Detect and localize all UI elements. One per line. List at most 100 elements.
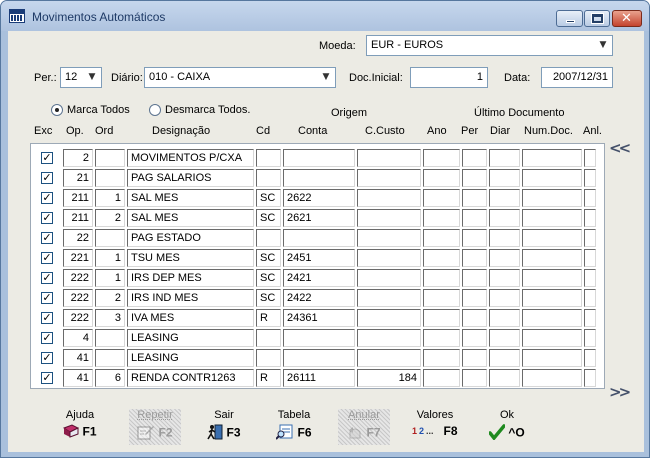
exc-checkbox[interactable]: ✓: [41, 192, 53, 204]
cell-ord[interactable]: [95, 149, 125, 167]
cell-numdoc[interactable]: [522, 209, 582, 227]
table-row[interactable]: ✓ 211 1 SAL MES SC 2622: [31, 188, 604, 208]
cell-conta[interactable]: [283, 229, 355, 247]
cell-per[interactable]: [462, 269, 487, 287]
fkey-valores-button[interactable]: Valores 1 2... F8: [409, 409, 461, 445]
cell-anl[interactable]: [584, 229, 596, 247]
cell-op[interactable]: 222: [63, 269, 93, 287]
cell-ano[interactable]: [423, 229, 460, 247]
desmarca-todos-radio[interactable]: [149, 104, 161, 116]
cell-diar[interactable]: [489, 349, 520, 367]
minimize-button[interactable]: [556, 10, 583, 27]
cell-op[interactable]: 211: [63, 189, 93, 207]
cell-per[interactable]: [462, 169, 487, 187]
cell-ord[interactable]: [95, 169, 125, 187]
cell-ano[interactable]: [423, 289, 460, 307]
cell-designacao[interactable]: SAL MES: [127, 209, 254, 227]
cell-anl[interactable]: [584, 249, 596, 267]
cell-ano[interactable]: [423, 249, 460, 267]
cell-numdoc[interactable]: [522, 309, 582, 327]
exc-checkbox[interactable]: ✓: [41, 312, 53, 324]
table-row[interactable]: ✓ 2 MOVIMENTOS P/CXA: [31, 148, 604, 168]
cell-numdoc[interactable]: [522, 189, 582, 207]
cell-op[interactable]: 41: [63, 369, 93, 387]
cell-diar[interactable]: [489, 149, 520, 167]
exc-checkbox[interactable]: ✓: [41, 292, 53, 304]
cell-numdoc[interactable]: [522, 369, 582, 387]
cell-designacao[interactable]: LEASING: [127, 349, 254, 367]
cell-ccusto[interactable]: [357, 189, 421, 207]
cell-ano[interactable]: [423, 349, 460, 367]
cell-cd[interactable]: [256, 329, 281, 347]
cell-ano[interactable]: [423, 209, 460, 227]
cell-op[interactable]: 222: [63, 289, 93, 307]
cell-designacao[interactable]: SAL MES: [127, 189, 254, 207]
cell-ccusto[interactable]: [357, 329, 421, 347]
cell-ccusto[interactable]: [357, 249, 421, 267]
cell-designacao[interactable]: LEASING: [127, 329, 254, 347]
cell-anl[interactable]: [584, 369, 596, 387]
cell-numdoc[interactable]: [522, 349, 582, 367]
cell-diar[interactable]: [489, 249, 520, 267]
cell-ord[interactable]: 1: [95, 249, 125, 267]
cell-ccusto[interactable]: [357, 149, 421, 167]
cell-conta[interactable]: 2621: [283, 209, 355, 227]
exc-checkbox[interactable]: ✓: [41, 252, 53, 264]
cell-per[interactable]: [462, 149, 487, 167]
cell-ano[interactable]: [423, 169, 460, 187]
cell-conta[interactable]: 24361: [283, 309, 355, 327]
cell-ccusto[interactable]: [357, 289, 421, 307]
cell-ord[interactable]: 6: [95, 369, 125, 387]
exc-checkbox[interactable]: ✓: [41, 172, 53, 184]
cell-anl[interactable]: [584, 329, 596, 347]
cell-ord[interactable]: 3: [95, 309, 125, 327]
exc-checkbox[interactable]: ✓: [41, 352, 53, 364]
fkey-anular-button[interactable]: Anular F7: [338, 409, 390, 445]
table-row[interactable]: ✓ 4 LEASING: [31, 328, 604, 348]
moeda-select[interactable]: EUR - EUROS ▼: [366, 35, 613, 56]
cell-cd[interactable]: [256, 149, 281, 167]
cell-cd[interactable]: [256, 169, 281, 187]
table-row[interactable]: ✓ 41 LEASING: [31, 348, 604, 368]
table-row[interactable]: ✓ 221 1 TSU MES SC 2451: [31, 248, 604, 268]
fkey-ok-button[interactable]: Ok ^O: [481, 409, 533, 445]
cell-anl[interactable]: [584, 149, 596, 167]
cell-op[interactable]: 222: [63, 309, 93, 327]
table-row[interactable]: ✓ 22 PAG ESTADO: [31, 228, 604, 248]
cell-conta[interactable]: 2451: [283, 249, 355, 267]
diario-select[interactable]: 010 - CAIXA ▼: [144, 67, 336, 88]
cell-diar[interactable]: [489, 269, 520, 287]
cell-ccusto[interactable]: [357, 349, 421, 367]
cell-cd[interactable]: SC: [256, 209, 281, 227]
cell-diar[interactable]: [489, 369, 520, 387]
cell-anl[interactable]: [584, 269, 596, 287]
cell-op[interactable]: 21: [63, 169, 93, 187]
cell-ano[interactable]: [423, 149, 460, 167]
marca-todos-radio[interactable]: [51, 104, 63, 116]
cell-per[interactable]: [462, 209, 487, 227]
exc-checkbox[interactable]: ✓: [41, 372, 53, 384]
table-row[interactable]: ✓ 222 1 IRS DEP MES SC 2421: [31, 268, 604, 288]
cell-op[interactable]: 211: [63, 209, 93, 227]
cell-ord[interactable]: [95, 229, 125, 247]
cell-anl[interactable]: [584, 349, 596, 367]
cell-diar[interactable]: [489, 289, 520, 307]
exc-checkbox[interactable]: ✓: [41, 212, 53, 224]
cell-per[interactable]: [462, 189, 487, 207]
cell-diar[interactable]: [489, 169, 520, 187]
cell-ccusto[interactable]: [357, 169, 421, 187]
cell-ord[interactable]: 2: [95, 289, 125, 307]
cell-ccusto[interactable]: [357, 209, 421, 227]
cell-diar[interactable]: [489, 189, 520, 207]
maximize-button[interactable]: [584, 10, 610, 27]
cell-ccusto[interactable]: [357, 229, 421, 247]
cell-op[interactable]: 221: [63, 249, 93, 267]
cell-ccusto[interactable]: [357, 309, 421, 327]
cell-designacao[interactable]: IRS DEP MES: [127, 269, 254, 287]
cell-conta[interactable]: 2622: [283, 189, 355, 207]
cell-ano[interactable]: [423, 309, 460, 327]
cell-cd[interactable]: SC: [256, 249, 281, 267]
cell-numdoc[interactable]: [522, 169, 582, 187]
cell-diar[interactable]: [489, 329, 520, 347]
cell-cd[interactable]: SC: [256, 289, 281, 307]
